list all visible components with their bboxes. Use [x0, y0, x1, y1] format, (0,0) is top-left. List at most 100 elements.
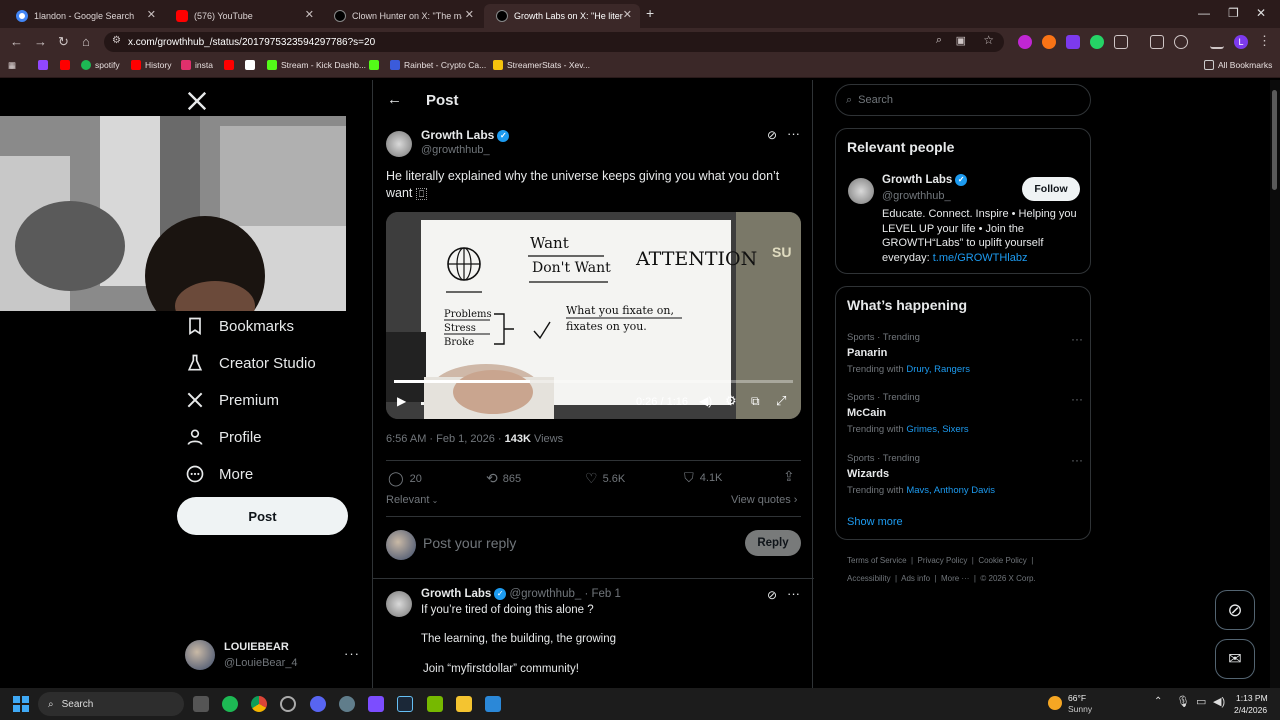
minimize-button[interactable]: —: [1198, 6, 1210, 20]
back-arrow-icon[interactable]: ←: [387, 91, 402, 108]
reply-more-icon[interactable]: ···: [787, 586, 800, 601]
footer-link[interactable]: More ···: [941, 574, 969, 583]
sync-icon[interactable]: [1174, 35, 1188, 49]
profile-avatar-icon[interactable]: L: [1234, 35, 1248, 49]
reply-input[interactable]: Post your reply: [423, 535, 516, 551]
reply-submit-button[interactable]: Reply: [745, 530, 801, 556]
chrome-icon[interactable]: [251, 696, 267, 712]
install-icon[interactable]: ▣: [956, 34, 966, 47]
share-icon[interactable]: ⇪: [783, 468, 795, 485]
settings-gear-icon[interactable]: ⚙: [725, 393, 737, 409]
x-logo-icon[interactable]: [186, 90, 208, 112]
bookmark-kick-dashboard[interactable]: Stream - Kick Dashb...: [267, 60, 366, 70]
nav-profile[interactable]: Profile: [185, 427, 262, 447]
trend-with-links[interactable]: Drury, Rangers: [906, 364, 970, 375]
trend-item[interactable]: Sports · Trending McCain Trending with G…: [847, 392, 1083, 435]
close-tab-icon[interactable]: ✕: [465, 8, 474, 21]
person-avatar[interactable]: [848, 178, 874, 204]
weather-temp[interactable]: 66°F: [1068, 693, 1086, 703]
bookmark-rainbet[interactable]: Rainbet - Crypto Ca...: [390, 60, 486, 70]
clock-date[interactable]: 2/4/2026: [1234, 705, 1267, 715]
trend-with-links[interactable]: Mavs, Anthony Davis: [906, 485, 995, 496]
account-avatar[interactable]: [185, 640, 215, 670]
footer-link[interactable]: Terms of Service: [847, 556, 907, 565]
trend-item[interactable]: Sports · Trending Wizards Trending with …: [847, 453, 1083, 496]
sidebar-icon[interactable]: [1150, 35, 1164, 49]
nav-bookmarks[interactable]: Bookmarks: [185, 316, 294, 336]
person-handle[interactable]: @growthhub_: [882, 190, 951, 202]
chevron-up-icon[interactable]: ⌃: [1154, 696, 1162, 707]
task-view-icon[interactable]: [193, 696, 209, 712]
nav-creator-studio[interactable]: Creator Studio: [185, 353, 316, 373]
discord-icon[interactable]: [310, 696, 326, 712]
home-icon[interactable]: ⌂: [82, 34, 90, 49]
bookmark-item[interactable]: [369, 60, 383, 70]
author-name[interactable]: Growth Labs ✓: [421, 128, 510, 142]
trend-more-icon[interactable]: ···: [1071, 332, 1083, 346]
close-tab-icon[interactable]: ✕: [623, 8, 632, 21]
bookmark-star-icon[interactable]: ☆: [983, 33, 994, 47]
volume-icon[interactable]: ◀): [1213, 695, 1225, 708]
trend-item[interactable]: Sports · Trending Panarin Trending with …: [847, 332, 1083, 375]
windows-start-icon[interactable]: [13, 696, 29, 712]
bookmark-spotify[interactable]: spotify: [81, 60, 120, 70]
post-more-icon[interactable]: ···: [787, 126, 800, 141]
video-progress-bar[interactable]: [394, 380, 793, 383]
fullscreen-icon[interactable]: ⤢: [776, 393, 786, 409]
microphone-icon[interactable]: 🎙: [1176, 695, 1190, 708]
post-button[interactable]: Post: [177, 497, 348, 535]
nvidia-icon[interactable]: [427, 696, 443, 712]
footer-link[interactable]: Cookie Policy: [978, 556, 1026, 565]
app-icon[interactable]: [485, 696, 501, 712]
author-avatar[interactable]: [386, 131, 412, 157]
close-window-button[interactable]: ✕: [1256, 6, 1266, 20]
footer-link[interactable]: Privacy Policy: [918, 556, 968, 565]
video-player[interactable]: Want Don't Want ATTENTION SU Problems St…: [386, 212, 801, 419]
grok-icon[interactable]: ⊘: [767, 588, 777, 602]
bookmark-history[interactable]: History: [131, 60, 171, 70]
clock-time[interactable]: 1:13 PM: [1236, 693, 1268, 703]
browser-tab-google[interactable]: 1landon - Google Search ✕: [4, 4, 164, 28]
grok-float-icon[interactable]: ⊘: [1215, 590, 1255, 630]
network-icon[interactable]: ▭: [1196, 695, 1206, 708]
file-explorer-icon[interactable]: [456, 696, 472, 712]
footer-link[interactable]: Ads info: [901, 574, 930, 583]
trend-more-icon[interactable]: ···: [1071, 392, 1083, 406]
spotify-icon[interactable]: [222, 696, 238, 712]
messages-envelope-icon[interactable]: ✉: [1215, 639, 1255, 679]
twitch-extension-icon[interactable]: [1066, 35, 1080, 49]
bookmark-item[interactable]: [224, 60, 238, 70]
post-timestamp[interactable]: 6:56 AM · Feb 1, 2026 ·: [386, 433, 505, 445]
bookmark-item[interactable]: [245, 60, 259, 70]
menu-dots-icon[interactable]: ⋮: [1258, 33, 1271, 49]
weather-desc[interactable]: Sunny: [1068, 704, 1092, 714]
zoom-icon[interactable]: ⌕: [936, 34, 942, 47]
volume-icon[interactable]: ◀): [699, 394, 712, 408]
bookmark-insta[interactable]: insta: [181, 60, 213, 70]
bookmark-item[interactable]: [38, 60, 52, 70]
view-quotes-link[interactable]: View quotes ›: [731, 494, 797, 506]
new-tab-button[interactable]: +: [646, 5, 654, 21]
address-bar[interactable]: ⚙ x.com/growthhub_/status/20179753235942…: [104, 32, 1004, 52]
game-controller-icon[interactable]: [368, 696, 384, 712]
trend-with-links[interactable]: Grimes, Sixers: [906, 424, 968, 435]
browser-tab-growth-labs[interactable]: Growth Labs on X: "He liter ✕: [484, 4, 640, 28]
back-icon[interactable]: ←: [10, 34, 23, 49]
close-tab-icon[interactable]: ✕: [305, 8, 314, 21]
extensions-puzzle-icon[interactable]: [1114, 35, 1128, 49]
scrollbar-thumb[interactable]: [1272, 90, 1277, 190]
search-box[interactable]: ⌕ Search: [835, 84, 1091, 116]
play-icon[interactable]: ▶: [397, 394, 406, 408]
person-name[interactable]: Growth Labs ✓: [882, 174, 968, 186]
bio-link[interactable]: t.me/GROWTHlabz: [933, 252, 1028, 264]
reading-list-icon[interactable]: [1210, 35, 1224, 49]
browser-tab-clown-hunter[interactable]: Clown Hunter on X: "The male ✕: [322, 4, 482, 28]
settings-icon[interactable]: [339, 696, 355, 712]
follow-button[interactable]: Follow: [1022, 177, 1080, 201]
bookmark-button[interactable]: ⛉ 4.1K: [684, 470, 722, 486]
apps-grid-icon[interactable]: ▦: [8, 60, 16, 71]
picture-in-picture-icon[interactable]: ⧉: [751, 394, 760, 409]
extension-icon[interactable]: [1018, 35, 1032, 49]
whatsapp-extension-icon[interactable]: [1090, 35, 1104, 49]
site-info-icon[interactable]: ⚙: [112, 35, 121, 46]
